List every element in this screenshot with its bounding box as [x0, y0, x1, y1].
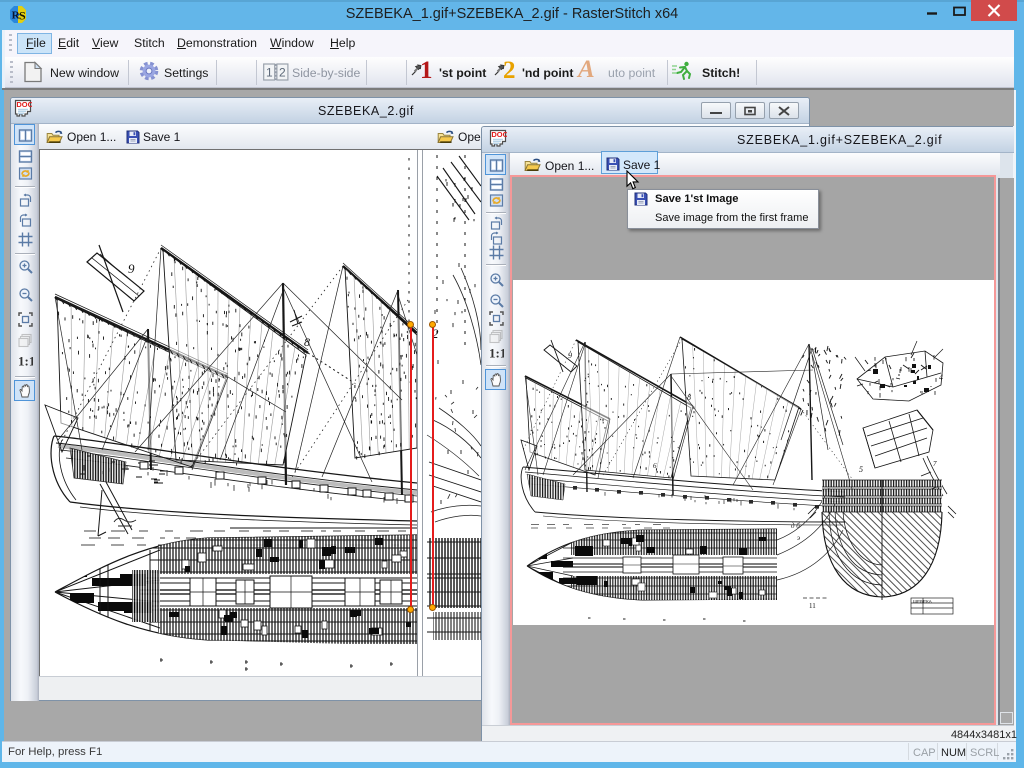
svg-text:DOC: DOC	[491, 130, 507, 139]
svg-text:8: 8	[304, 335, 310, 349]
svg-text:9: 9	[128, 261, 135, 276]
svg-text:2: 2	[279, 66, 286, 80]
svg-text:4: 4	[939, 373, 943, 382]
svg-text:1:1: 1:1	[489, 346, 504, 361]
svg-text:1: 1	[266, 66, 273, 80]
svg-text:11: 11	[809, 602, 816, 610]
svg-text:э: э	[797, 534, 800, 542]
svg-text:7: 7	[933, 460, 937, 468]
svg-text:д б: д б	[791, 522, 800, 530]
svg-text:6: 6	[653, 462, 657, 470]
svg-text:ШЕБЕКА: ШЕБЕКА	[913, 599, 932, 604]
svg-text:8: 8	[687, 393, 691, 402]
svg-text:5: 5	[859, 465, 863, 474]
svg-text:1:1: 1:1	[18, 354, 33, 369]
svg-text:DOC: DOC	[16, 100, 32, 109]
